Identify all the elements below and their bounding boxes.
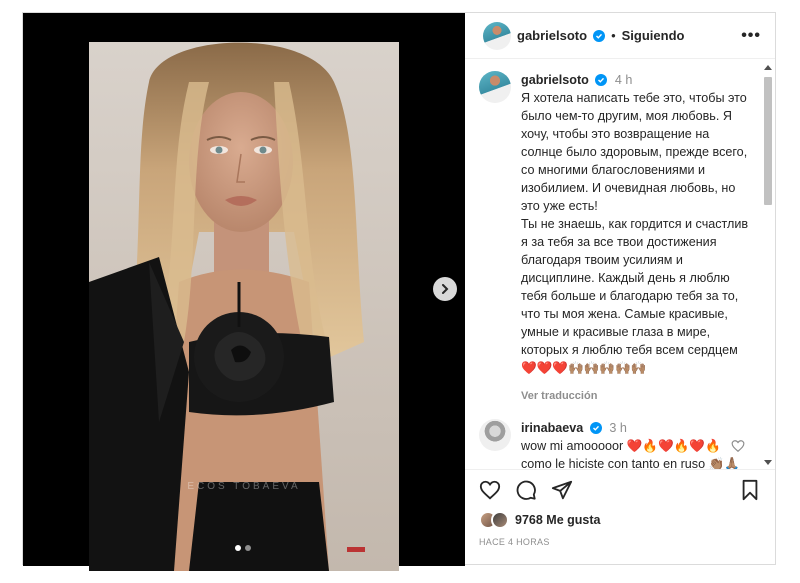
comment-username[interactable]: irinabaeva — [521, 421, 583, 435]
save-button[interactable] — [739, 479, 761, 501]
carousel-indicator — [235, 545, 251, 551]
like-button[interactable] — [479, 479, 501, 501]
heart-icon — [479, 480, 501, 499]
liker-avatars — [479, 511, 509, 529]
scroll-up-arrow-icon[interactable] — [764, 65, 772, 70]
liker-avatar — [491, 511, 509, 529]
following-button[interactable]: Siguiendo — [622, 28, 685, 43]
comment-icon — [516, 480, 536, 500]
commenter-avatar[interactable] — [479, 419, 511, 451]
author-avatar[interactable] — [483, 21, 511, 50]
share-button[interactable] — [551, 479, 573, 501]
comment-button[interactable] — [515, 479, 537, 501]
carousel-dot-1 — [235, 545, 241, 551]
caption-time[interactable]: 4 h — [615, 73, 633, 87]
scroll-down-arrow-icon[interactable] — [764, 460, 772, 465]
post-sidebar: gabrielsoto • Siguiendo ••• gabrielsoto … — [465, 13, 775, 566]
comment-text: wow mi amooooor ❤️🔥❤️🔥❤️🔥 como le hicist… — [521, 439, 740, 469]
likes-count[interactable]: 9768 Me gusta — [515, 513, 600, 527]
post-modal: ECOS TOBAEVA gabrielsoto • Siguiendo ••• — [22, 12, 776, 571]
send-icon — [551, 480, 573, 499]
caption-body: gabrielsoto 4 h Я хотела написать тебе э… — [521, 71, 749, 405]
post-actions — [465, 469, 775, 509]
scrollbar-thumb[interactable] — [764, 77, 772, 205]
caption-avatar[interactable] — [479, 71, 511, 103]
watermark: ECOS TOBAEVA — [187, 481, 300, 492]
caption-username[interactable]: gabrielsoto — [521, 73, 589, 87]
chevron-right-icon — [442, 284, 449, 294]
carousel-dot-2 — [245, 545, 251, 551]
like-comment-heart-icon[interactable] — [731, 439, 745, 453]
comment-body: irinabaeva 3 h wow mi amooooor ❤️🔥❤️🔥❤️🔥… — [521, 419, 749, 469]
verified-badge-icon — [593, 29, 606, 42]
likes-row[interactable]: 9768 Me gusta — [465, 509, 775, 531]
post-timestamp[interactable]: HACE 4 HORAS — [465, 531, 775, 547]
next-image-button[interactable] — [433, 277, 457, 301]
header-separator: • — [611, 28, 616, 43]
comment-time[interactable]: 3 h — [609, 421, 627, 435]
comments-area[interactable]: gabrielsoto 4 h Я хотела написать тебе э… — [465, 59, 775, 469]
caption: gabrielsoto 4 h Я хотела написать тебе э… — [479, 71, 759, 405]
author-username[interactable]: gabrielsoto — [517, 28, 587, 43]
caption-text: Я хотела написать тебе это, чтобы это бы… — [521, 91, 749, 375]
verified-badge-icon — [589, 422, 602, 434]
bookmark-icon — [742, 479, 758, 500]
post-media[interactable]: ECOS TOBAEVA — [23, 13, 465, 571]
comment-item: irinabaeva 3 h wow mi amooooor ❤️🔥❤️🔥❤️🔥… — [479, 419, 759, 469]
verified-badge-icon — [595, 74, 608, 86]
post-header: gabrielsoto • Siguiendo ••• — [465, 13, 775, 59]
comments-scrollbar[interactable] — [763, 63, 773, 467]
see-translation-link[interactable]: Ver traducción — [521, 387, 749, 405]
more-options-icon[interactable]: ••• — [741, 27, 761, 45]
post-photo: ECOS TOBAEVA — [89, 42, 399, 571]
